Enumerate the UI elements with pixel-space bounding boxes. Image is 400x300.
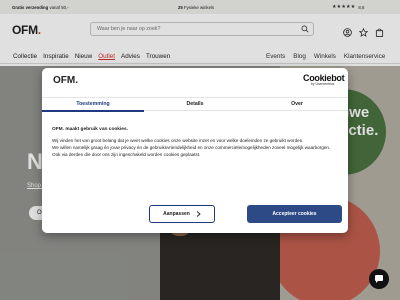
consent-paragraph-2: We willen namelijk graag én jouw privacy… [52,145,331,150]
cookie-consent-dialog: OFM. Cookiebot by Usercentrics Toestemmi… [42,68,348,233]
tab-toestemming[interactable]: Toestemming [42,101,144,107]
tab-over[interactable]: Over [246,101,348,107]
consent-heading: OFM. maakt gebruik van cookies. [52,127,128,132]
customize-button[interactable]: Aanpassen [149,205,215,223]
accept-button-label: Accepteer cookies [272,211,317,217]
active-tab-indicator [42,110,144,112]
chat-bubble-icon [375,275,383,283]
consent-paragraph-3: Ook via derden die door ons zijn ingesch… [52,152,201,157]
consent-tabs: Toestemming Details Over [42,97,348,112]
chevron-right-icon [196,211,201,217]
tab-details[interactable]: Details [144,101,246,107]
customize-button-label: Aanpassen [163,211,190,217]
accept-cookies-button[interactable]: Accepteer cookies [247,205,342,223]
cookiebot-logo: Cookiebot by Usercentrics [303,73,345,86]
consent-body: OFM. maakt gebruik van cookies. Wij vind… [52,126,342,158]
dialog-logo: OFM. [53,75,78,86]
consent-paragraph-1: Wij vinden het van groot belang dat je w… [52,138,304,143]
chat-button[interactable] [369,269,389,289]
